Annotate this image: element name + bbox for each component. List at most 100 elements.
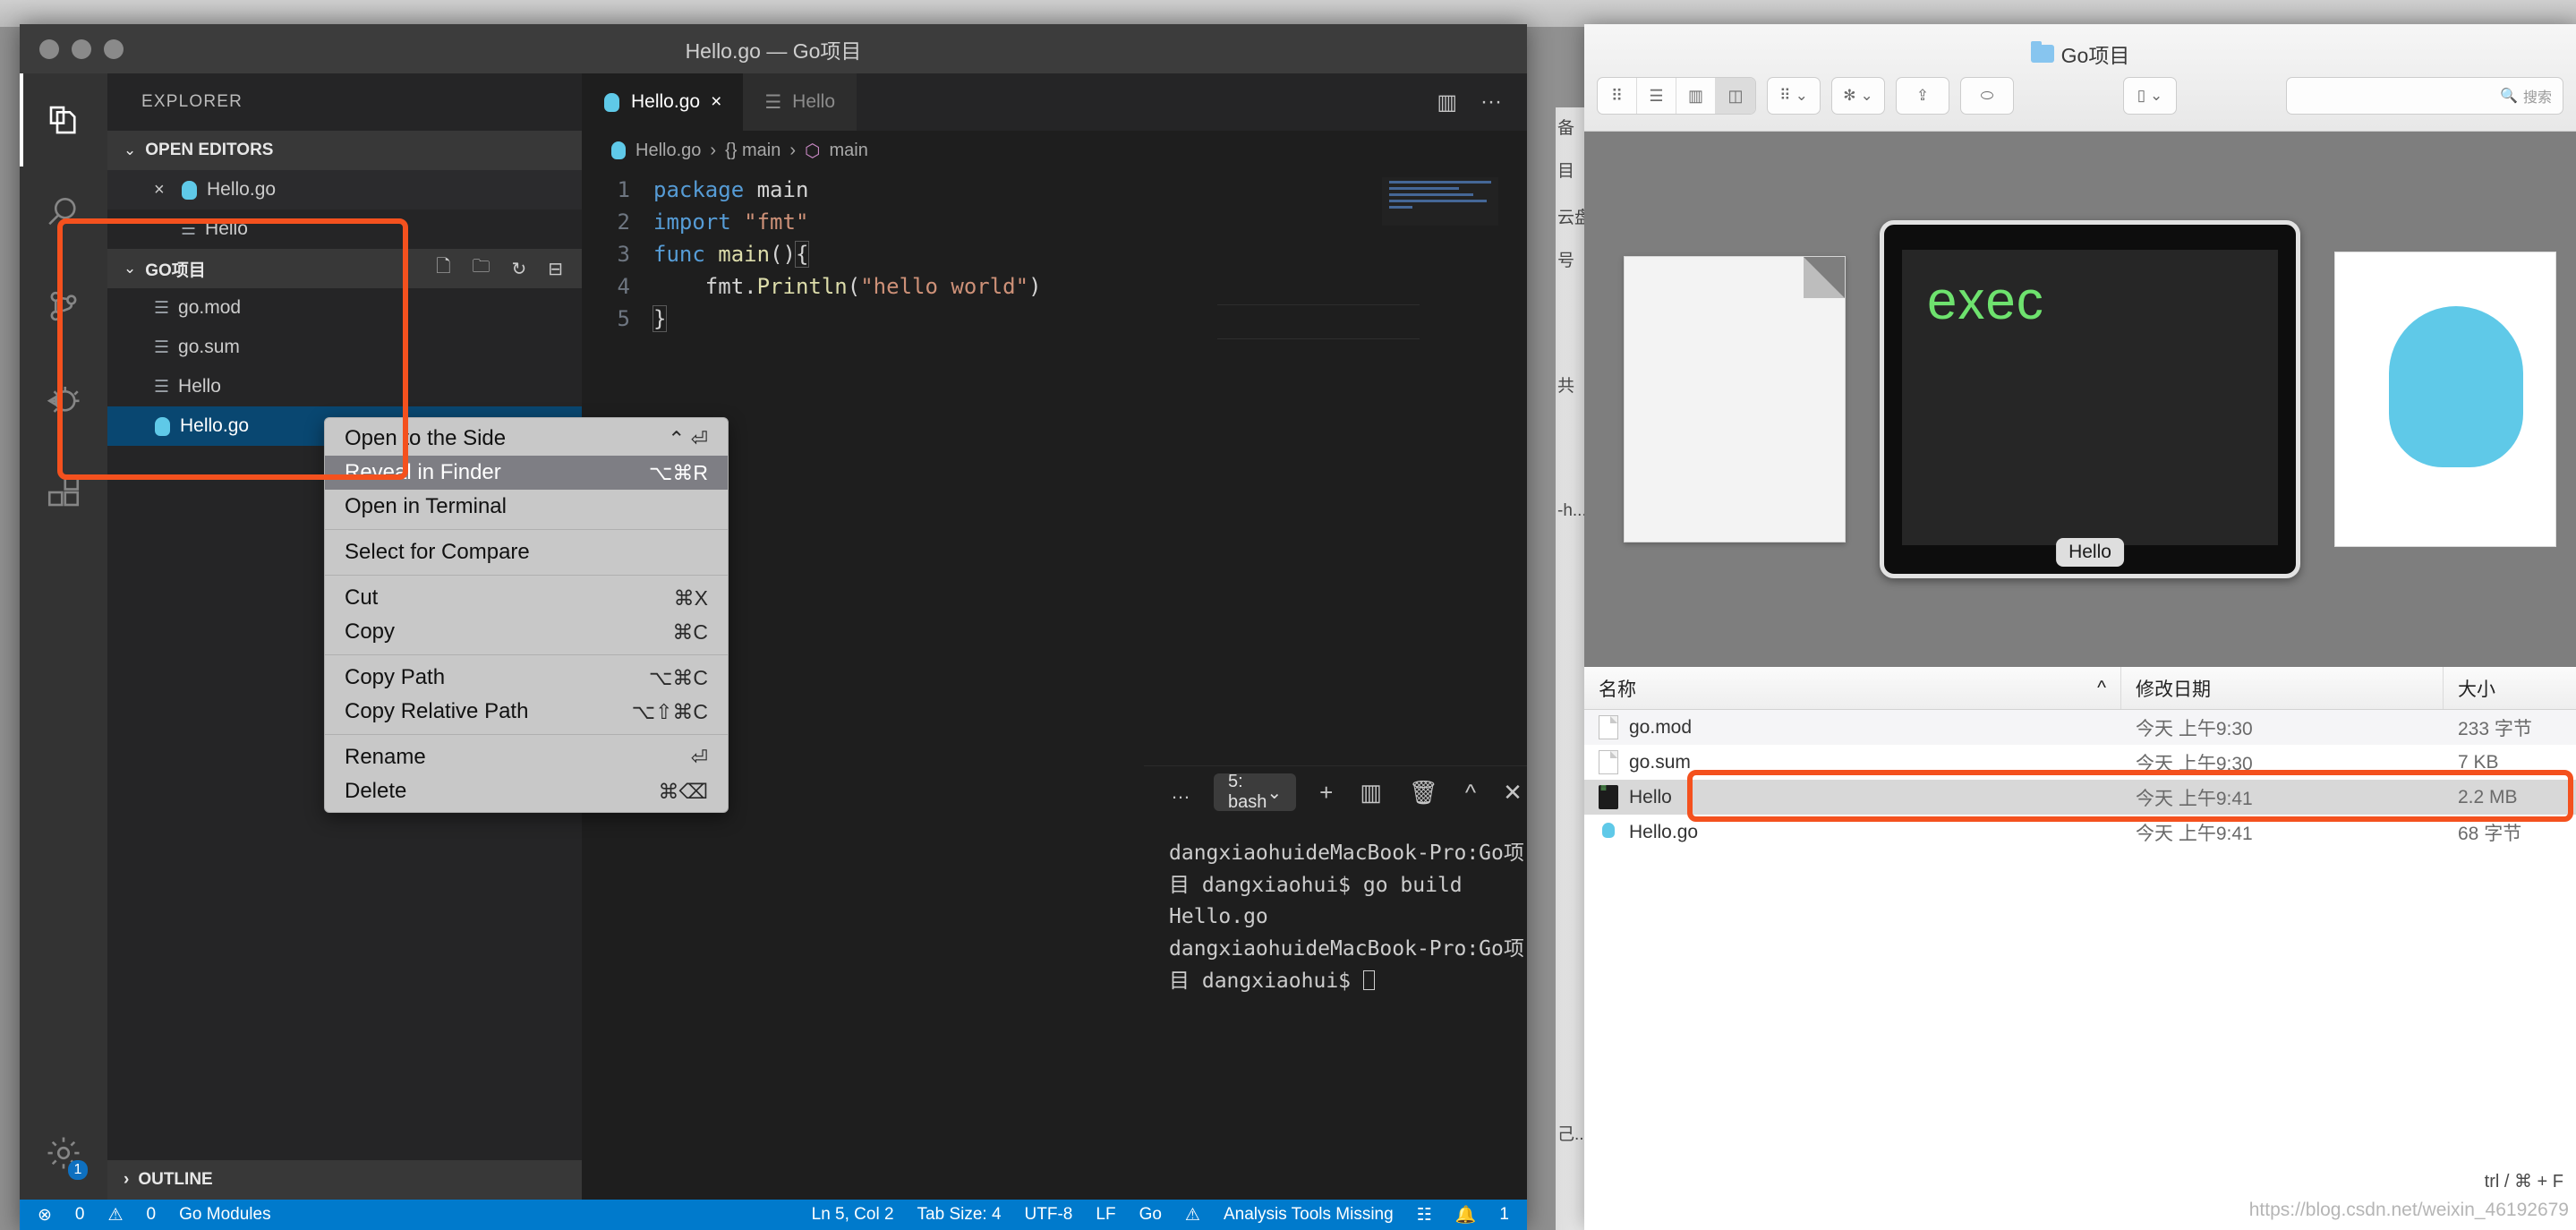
menu-item-copy-path[interactable]: Copy Path ⌥⌘C (325, 661, 728, 695)
maximize-panel-icon[interactable]: ^ (1465, 779, 1476, 807)
file-label: go.mod (178, 297, 242, 318)
column-header-name[interactable]: 名称 ^ (1584, 667, 2121, 709)
preview-go-card[interactable] (2334, 252, 2556, 547)
cursor-position[interactable]: Ln 5, Col 2 (812, 1205, 894, 1225)
terminal-selector[interactable]: 5: bash ⌄ (1214, 772, 1297, 812)
list-item-go-mod[interactable]: ☰ go.mod (107, 288, 582, 328)
feedback-icon[interactable]: ☷ (1417, 1205, 1432, 1226)
code-token: main (718, 242, 771, 267)
close-icon[interactable]: × (711, 91, 721, 113)
code-editor[interactable]: 1 package main 2 import "fmt" 3 func mai… (582, 170, 1527, 339)
status-bar-right: Ln 5, Col 2 Tab Size: 4 UTF-8 LF Go ⚠ An… (812, 1204, 1509, 1226)
list-item-hello[interactable]: ☰ Hello (107, 367, 582, 406)
menu-item-rename[interactable]: Rename ⏎ (325, 740, 728, 774)
file-context-menu[interactable]: Open to the Side ⌃ ⏎ Reveal in Finder ⌥⌘… (324, 417, 729, 813)
section-open-editors[interactable]: ⌄ OPEN EDITORS (107, 131, 582, 170)
section-open-editors-label: OPEN EDITORS (145, 141, 274, 159)
eol[interactable]: LF (1096, 1205, 1115, 1225)
sidebar-item-run-debug[interactable] (20, 353, 107, 446)
preview-document-card[interactable] (1624, 256, 1846, 542)
editor-tabs: Hello.go × ☰ Hello ▥ ··· (582, 73, 1527, 131)
chevron-down-icon: ⌄ (1795, 87, 1808, 104)
share-button[interactable]: ⇪ (1896, 77, 1949, 115)
view-mode-segmented-control[interactable]: ⠿ ☰ ▥ ◫ (1597, 77, 1756, 115)
sidebar-item-search[interactable] (20, 167, 107, 260)
column-view-icon[interactable]: ▥ (1676, 78, 1716, 114)
menu-item-label: Copy (345, 619, 396, 644)
file-size-cell: 7 KB (2458, 751, 2499, 773)
section-outline[interactable]: › OUTLINE (107, 1160, 582, 1200)
gallery-view-icon[interactable]: ◫ (1716, 78, 1755, 114)
split-terminal-icon[interactable]: ▥ (1360, 779, 1382, 807)
vscode-titlebar: Hello.go — Go项目 (20, 24, 1527, 73)
finder-title-text: Go项目 (2060, 44, 2130, 67)
new-folder-icon[interactable]: 🗀 (465, 253, 496, 284)
breadcrumb-item-symbol[interactable]: main (829, 141, 867, 161)
tab-hello[interactable]: ☰ Hello (743, 73, 857, 131)
icon-view-icon[interactable]: ⠿ (1598, 78, 1637, 114)
table-row[interactable]: go.sum 今天 上午9:30 7 KB (1584, 745, 2576, 780)
menu-item-select-for-compare[interactable]: Select for Compare (325, 535, 728, 569)
table-row[interactable]: go.mod 今天 上午9:30 233 字节 (1584, 710, 2576, 745)
encoding[interactable]: UTF-8 (1025, 1205, 1073, 1225)
warning-icon[interactable]: ⚠ (108, 1205, 124, 1226)
language-mode[interactable]: Go (1139, 1205, 1162, 1225)
kill-terminal-icon[interactable]: 🗑 (1409, 779, 1438, 807)
sidebar-item-extensions[interactable] (20, 446, 107, 539)
sidebar-item-explorer[interactable] (20, 73, 107, 167)
file-label: go.sum (178, 337, 240, 357)
terminal-output[interactable]: dangxiaohuideMacBook-Pro:Go项目 dangxiaohu… (1144, 818, 1527, 997)
notifications-bell-icon[interactable]: 🔔 (1455, 1204, 1477, 1226)
menu-item-reveal-in-finder[interactable]: Reveal in Finder ⌥⌘R (325, 456, 728, 490)
preview-exec-card[interactable]: exec Hello (1880, 220, 2300, 578)
code-token: "hello world" (860, 274, 1029, 299)
menu-item-cut[interactable]: Cut ⌘X (325, 581, 728, 615)
group-by-button[interactable]: ⠿ ⌄ (1767, 77, 1821, 115)
menu-item-label: Delete (345, 779, 407, 803)
menu-item-accelerator: ⌥⌘C (648, 665, 708, 689)
new-terminal-icon[interactable]: + (1319, 779, 1333, 807)
breadcrumb-item-file[interactable]: Hello.go (635, 141, 701, 161)
sidebar-item-source-control[interactable] (20, 260, 107, 353)
breadcrumb-item-package[interactable]: {} main (725, 141, 780, 161)
section-project-root[interactable]: ⌄ GO项目 🗋 🗀 ↻ ⊟ (107, 249, 582, 288)
tag-button[interactable]: ⬭ (1960, 77, 2014, 115)
column-header-size[interactable]: 大小 (2444, 667, 2576, 709)
list-item-open-editor-hello[interactable]: ☰ Hello (107, 209, 582, 249)
watermark: https://blog.csdn.net/weixin_46192679 (2248, 1200, 2569, 1220)
file-name-cell: go.mod (1584, 710, 2121, 745)
more-actions-icon[interactable]: … (1171, 781, 1190, 804)
go-modules-status[interactable]: Go Modules (179, 1205, 270, 1225)
minimap[interactable] (1382, 177, 1498, 226)
table-row[interactable]: Hello.go 今天 上午9:41 68 字节 (1584, 815, 2576, 850)
fold-divider-2 (1217, 338, 1420, 339)
list-item-go-sum[interactable]: ☰ go.sum (107, 328, 582, 367)
column-header-date[interactable]: 修改日期 (2121, 667, 2444, 709)
list-view-icon[interactable]: ☰ (1637, 78, 1676, 114)
folder-icon (2030, 41, 2054, 63)
error-icon[interactable]: ⊗ (38, 1205, 52, 1226)
analysis-status[interactable]: Analysis Tools Missing (1224, 1205, 1394, 1225)
close-icon[interactable]: × (154, 180, 172, 201)
terminal-selector-label: 5: bash (1228, 772, 1267, 812)
close-panel-icon[interactable]: ✕ (1503, 779, 1523, 807)
menu-item-delete[interactable]: Delete ⌘⌫ (325, 774, 728, 808)
finder-search-input[interactable]: 🔍 搜索 (2286, 77, 2563, 115)
more-actions-icon[interactable]: ··· (1480, 90, 1502, 115)
sidebar-item-settings[interactable]: 1 (20, 1106, 107, 1200)
new-file-icon[interactable]: 🗋 (430, 253, 456, 284)
menu-item-copy[interactable]: Copy ⌘C (325, 615, 728, 649)
menu-item-open-in-terminal[interactable]: Open in Terminal (325, 490, 728, 524)
table-row-selected[interactable]: Hello 今天 上午9:41 2.2 MB (1584, 780, 2576, 815)
action-gear-button[interactable]: ✻ ⌄ (1831, 77, 1885, 115)
split-editor-icon[interactable]: ▥ (1437, 90, 1457, 115)
tab-hello-go[interactable]: Hello.go × (582, 73, 744, 131)
tab-size[interactable]: Tab Size: 4 (917, 1205, 1002, 1225)
menu-item-copy-relative-path[interactable]: Copy Relative Path ⌥⇧⌘C (325, 695, 728, 729)
text-file-icon: ☰ (181, 219, 197, 239)
refresh-icon[interactable]: ↻ (505, 258, 533, 280)
dropbox-button[interactable]: ▯ ⌄ (2123, 77, 2177, 115)
list-item-open-editor-hello-go[interactable]: × Hello.go (107, 170, 582, 209)
menu-item-open-to-the-side[interactable]: Open to the Side ⌃ ⏎ (325, 422, 728, 456)
collapse-all-icon[interactable]: ⊟ (542, 258, 569, 280)
